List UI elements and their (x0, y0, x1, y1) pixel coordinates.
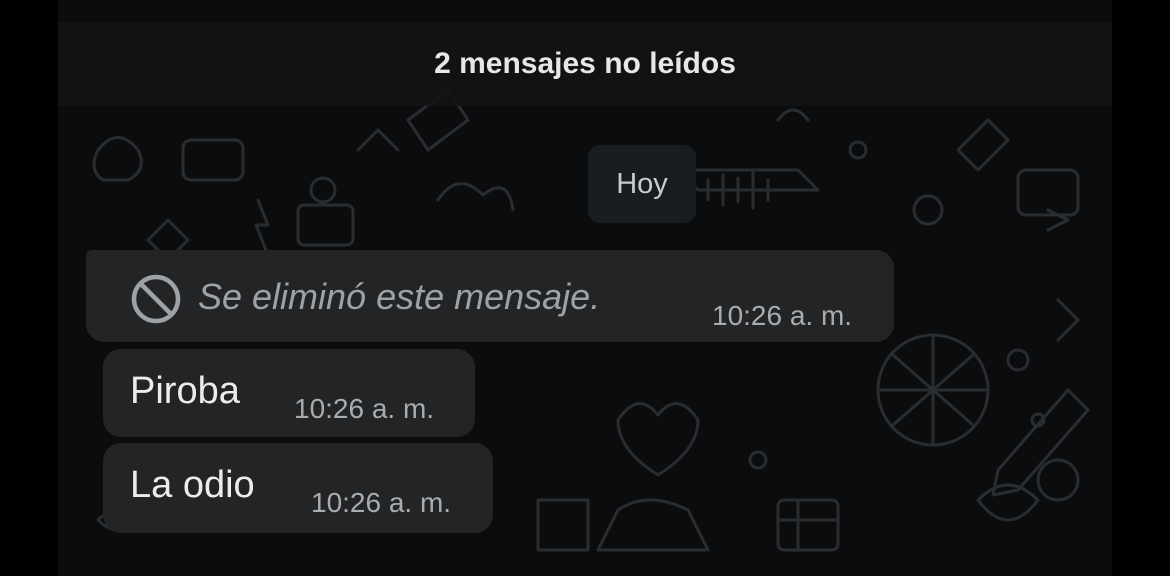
ban-icon (131, 274, 181, 324)
message-text: La odio (130, 464, 255, 506)
unread-messages-banner: 2 mensajes no leídos (58, 22, 1112, 106)
deleted-message-text: Se eliminó este mensaje. (198, 276, 601, 317)
letterbox-left (0, 0, 58, 576)
message-text: Piroba (130, 370, 240, 412)
letterbox-right (1112, 0, 1170, 576)
date-separator-label: Hoy (616, 167, 668, 200)
unread-messages-label: 2 mensajes no leídos (434, 47, 736, 80)
date-separator: Hoy (588, 145, 696, 223)
message-timestamp: 10:26 a. m. (294, 393, 435, 424)
message-timestamp: 10:26 a. m. (712, 300, 853, 331)
message-timestamp: 10:26 a. m. (311, 487, 452, 518)
